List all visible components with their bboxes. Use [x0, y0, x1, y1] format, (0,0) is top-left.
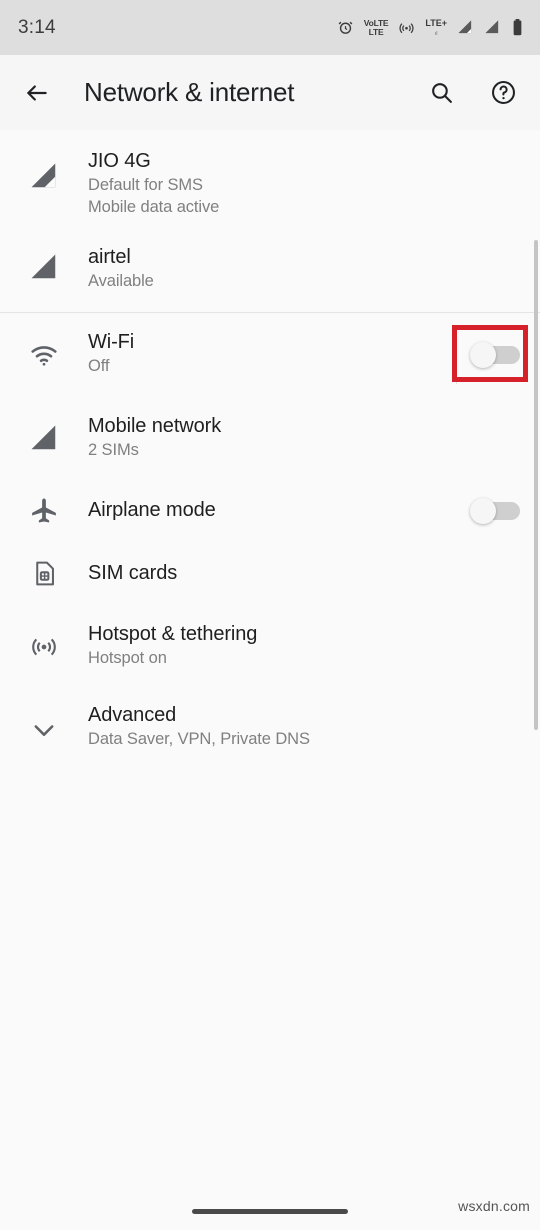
settings-row-airplane-mode-title: Airplane mode: [88, 499, 216, 521]
settings-row-wifi-sub: Off: [88, 357, 110, 375]
airplane-mode-toggle[interactable]: [470, 497, 520, 524]
signal-bars-outline-icon: [0, 161, 88, 191]
page-title: Network & internet: [84, 77, 295, 107]
sim-row-jio-sub2: Mobile data active: [88, 198, 220, 216]
status-bar-icons: VoLTE LTE LTE+ ıl: [337, 17, 524, 37]
phone-screen: 3:14 VoLTE LTE LTE+ ıl Network & interne…: [0, 0, 540, 1230]
settings-row-advanced-sub: Data Saver, VPN, Private DNS: [88, 730, 310, 748]
watermark: wsxdn.com: [458, 1198, 530, 1214]
signal-bars-sim1-icon: [457, 19, 474, 36]
sim-row-airtel-sub: Available: [88, 272, 154, 290]
signal-bars-filled-icon: [0, 252, 88, 282]
wifi-icon: [0, 340, 88, 370]
chevron-down-icon: [0, 716, 88, 744]
gesture-nav-pill[interactable]: [192, 1209, 348, 1214]
sim-card-icon: [0, 559, 88, 588]
sim-row-airtel-text: airtel Available: [88, 222, 520, 292]
sim-row-jio-title: JIO 4G: [88, 150, 151, 172]
sim-row-jio[interactable]: JIO 4G Default for SMS Mobile data activ…: [0, 130, 540, 222]
settings-row-advanced-title: Advanced: [88, 704, 177, 726]
volte-icon-line2: LTE: [368, 26, 384, 37]
sim-row-jio-text: JIO 4G Default for SMS Mobile data activ…: [88, 130, 520, 218]
lte-plus-icon: LTE+ ıl: [425, 17, 447, 37]
settings-row-hotspot[interactable]: Hotspot & tethering Hotspot on: [0, 605, 540, 688]
settings-row-airplane-mode-text: Airplane mode: [88, 479, 470, 523]
settings-row-mobile-network[interactable]: Mobile network 2 SIMs: [0, 396, 540, 479]
settings-row-advanced-text: Advanced Data Saver, VPN, Private DNS: [88, 688, 520, 750]
settings-row-mobile-network-text: Mobile network 2 SIMs: [88, 396, 520, 461]
airplane-icon: [0, 496, 88, 526]
hotspot-icon: [0, 632, 88, 662]
settings-row-sim-cards[interactable]: SIM cards: [0, 542, 540, 605]
settings-row-wifi-text: Wi-Fi Off: [88, 313, 470, 377]
sim-row-airtel-title: airtel: [88, 246, 131, 268]
settings-row-mobile-network-title: Mobile network: [88, 415, 222, 437]
sim-row-jio-sub1: Default for SMS: [88, 176, 203, 194]
app-bar-actions: [424, 76, 520, 110]
battery-icon: [511, 19, 524, 36]
wifi-toggle[interactable]: [456, 341, 520, 384]
hotspot-icon: [398, 19, 415, 36]
settings-row-hotspot-title: Hotspot & tethering: [88, 623, 258, 645]
settings-row-wifi-title: Wi-Fi: [88, 331, 135, 353]
search-icon[interactable]: [424, 76, 458, 110]
sim-row-airtel[interactable]: airtel Available: [0, 222, 540, 312]
signal-bars-filled-icon: [0, 423, 88, 453]
settings-row-airplane-mode[interactable]: Airplane mode: [0, 479, 540, 542]
lte-plus-icon-label: LTE+: [425, 17, 447, 28]
settings-row-sim-cards-text: SIM cards: [88, 542, 520, 586]
app-bar: Network & internet: [0, 55, 540, 130]
settings-row-mobile-network-sub: 2 SIMs: [88, 441, 139, 459]
status-bar-clock: 3:14: [18, 16, 56, 38]
settings-row-hotspot-text: Hotspot & tethering Hotspot on: [88, 605, 520, 669]
settings-row-hotspot-sub: Hotspot on: [88, 649, 167, 667]
settings-row-wifi[interactable]: Wi-Fi Off: [0, 313, 540, 396]
status-bar: 3:14 VoLTE LTE LTE+ ıl: [0, 0, 540, 55]
settings-row-advanced[interactable]: Advanced Data Saver, VPN, Private DNS: [0, 688, 540, 771]
toggle-separator: [456, 343, 457, 384]
signal-bars-sim2-icon: [484, 19, 501, 36]
airplane-mode-toggle-knob: [470, 497, 496, 524]
back-button[interactable]: [20, 76, 54, 110]
alarm-icon: [337, 19, 354, 36]
help-icon[interactable]: [486, 76, 520, 110]
settings-row-sim-cards-title: SIM cards: [88, 562, 178, 584]
volte-icon: VoLTE LTE: [364, 19, 389, 36]
settings-list: JIO 4G Default for SMS Mobile data activ…: [0, 130, 540, 1230]
vertical-scrollbar[interactable]: [534, 240, 538, 730]
wifi-toggle-knob: [470, 341, 496, 368]
